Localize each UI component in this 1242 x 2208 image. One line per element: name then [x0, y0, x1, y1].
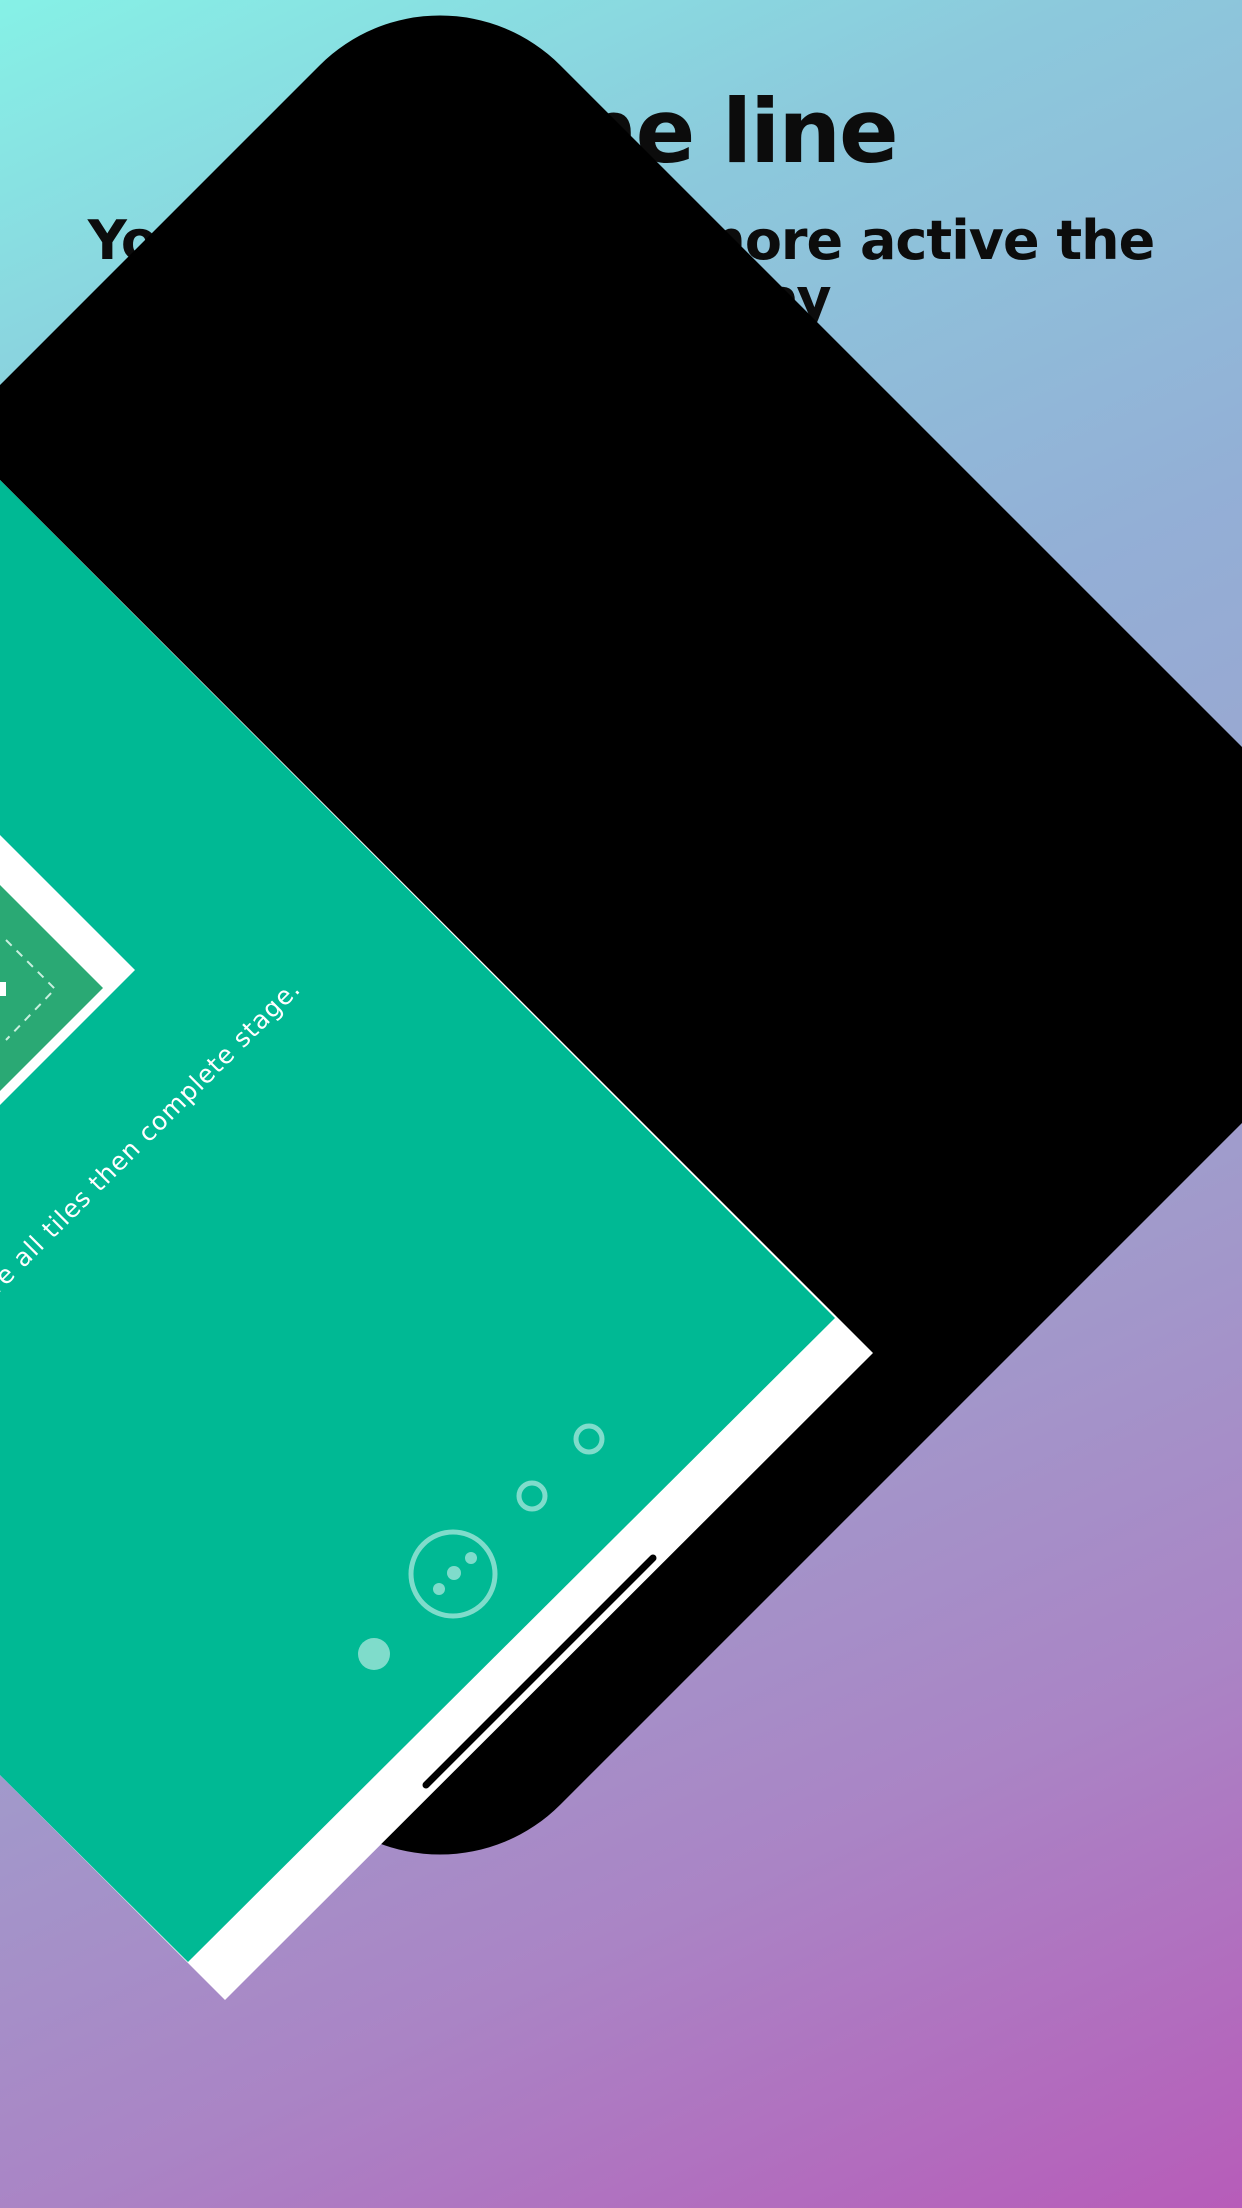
dot-large	[465, 1552, 477, 1564]
page-dot-filled	[358, 1638, 390, 1670]
dot-medium	[447, 1566, 461, 1580]
board-tile-highlight	[0, 982, 6, 996]
dot-small	[433, 1583, 445, 1595]
tilted-phone: Touch and drag your finger to move all t…	[0, 15, 1242, 2000]
